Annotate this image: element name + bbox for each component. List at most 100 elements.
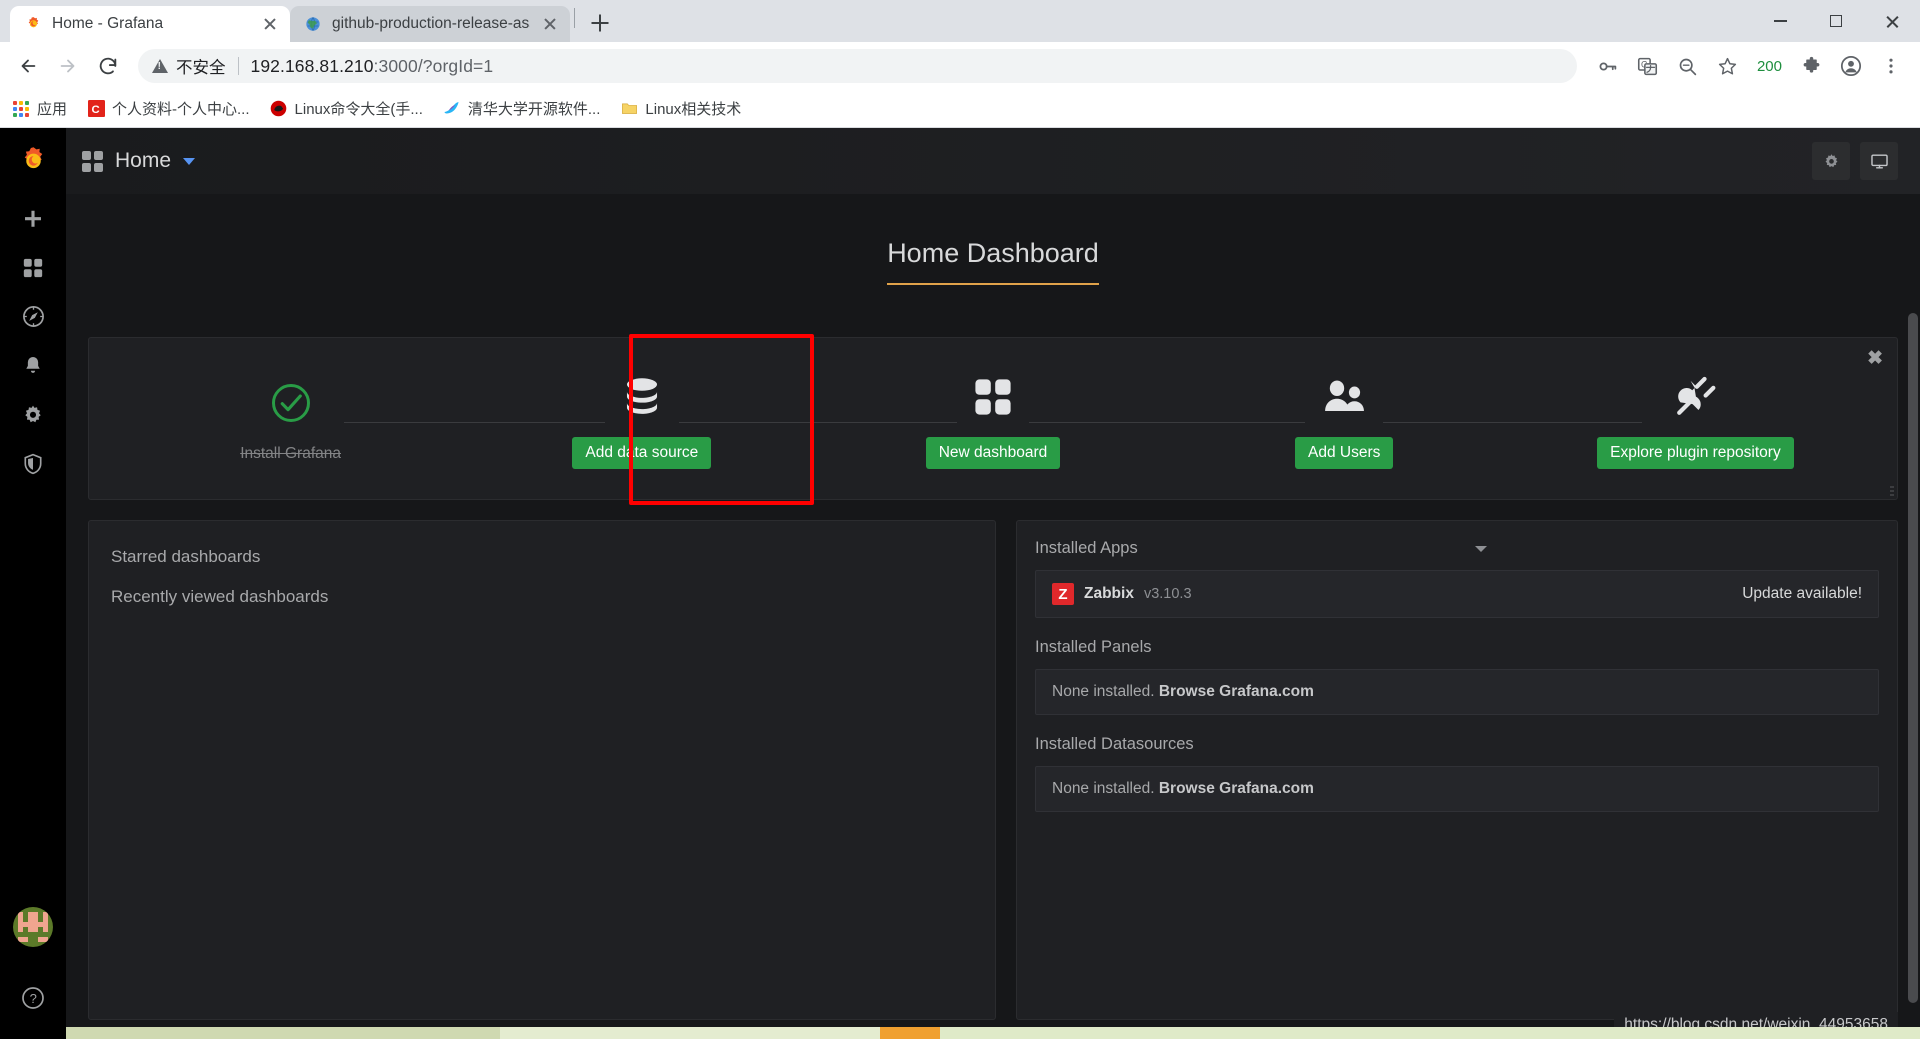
new-tab-button[interactable] bbox=[583, 6, 617, 40]
url-path: :3000/?orgId=1 bbox=[373, 55, 494, 76]
bookmark-tuna[interactable]: 清华大学开源软件... bbox=[443, 98, 601, 119]
three-dot-menu-icon[interactable] bbox=[1872, 47, 1910, 85]
dashboard-settings-button[interactable] bbox=[1812, 142, 1850, 180]
installed-plugins-panel: Installed Apps Z Zabbix v3.10.3 Update a… bbox=[1016, 520, 1898, 1020]
minimize-button[interactable] bbox=[1752, 0, 1808, 42]
compass-icon bbox=[22, 306, 44, 327]
explore-plugin-repository-button[interactable]: Explore plugin repository bbox=[1597, 436, 1794, 469]
getting-started-steps: Install Grafana Add data source New dash… bbox=[89, 338, 1897, 499]
sidebar-item-server-admin[interactable] bbox=[0, 439, 66, 488]
bookmark-star-icon[interactable] bbox=[1709, 47, 1747, 85]
browse-grafana-link[interactable]: Browse Grafana.com bbox=[1159, 780, 1314, 797]
sidebar-item-explore[interactable] bbox=[0, 292, 66, 341]
topnav-actions bbox=[1812, 142, 1898, 180]
sidebar-item-alerting[interactable] bbox=[0, 341, 66, 390]
bookmark-label: 清华大学开源软件... bbox=[467, 101, 601, 118]
dashboards-grid-icon bbox=[23, 258, 43, 277]
sidebar-item-dashboards[interactable] bbox=[0, 243, 66, 292]
check-circle-icon bbox=[257, 374, 324, 431]
dashboard-scroll-area[interactable]: Home Dashboard ✖ Install Grafana Add dat… bbox=[66, 194, 1920, 1039]
sidebar-item-configuration[interactable] bbox=[0, 390, 66, 439]
tv-mode-button[interactable] bbox=[1860, 142, 1898, 180]
step-add-data-source: Add data source bbox=[466, 338, 817, 499]
plus-icon bbox=[25, 210, 41, 227]
svg-text:C: C bbox=[91, 104, 99, 116]
bookmark-linux-folder[interactable]: Linux相关技术 bbox=[620, 98, 741, 119]
close-icon[interactable] bbox=[540, 14, 560, 34]
grafana-logo-icon[interactable] bbox=[0, 128, 66, 194]
add-data-source-button[interactable]: Add data source bbox=[572, 436, 712, 469]
dashboard-panels-row: Starred dashboards Recently viewed dashb… bbox=[88, 520, 1898, 1020]
browser-tab-github[interactable]: github-production-release-ass bbox=[290, 6, 570, 42]
zoom-out-icon[interactable] bbox=[1669, 47, 1707, 85]
reload-icon bbox=[99, 57, 117, 75]
dashboard-lists-panel: Starred dashboards Recently viewed dashb… bbox=[88, 520, 996, 1020]
scrollbar-thumb[interactable] bbox=[1908, 313, 1918, 1003]
dashboard-title-wrap: Home Dashboard bbox=[66, 194, 1920, 311]
forward-button[interactable] bbox=[50, 48, 86, 84]
bookmark-label: 个人资料-个人中心... bbox=[112, 101, 250, 118]
update-status-badge[interactable]: Update available! bbox=[1742, 585, 1862, 603]
address-bar[interactable]: 不安全 192.168.81.210:3000/?orgId=1 bbox=[138, 49, 1577, 83]
section-title: Installed Datasources bbox=[1035, 735, 1194, 753]
extensions-puzzle-icon[interactable] bbox=[1792, 47, 1830, 85]
gear-icon bbox=[25, 405, 41, 422]
users-icon bbox=[1305, 368, 1384, 425]
not-secure-warning-icon bbox=[152, 59, 168, 73]
page-title: Home bbox=[115, 149, 172, 172]
page-scrollbar[interactable] bbox=[1908, 128, 1918, 1039]
plugin-name: Zabbix bbox=[1084, 585, 1134, 602]
browser-toolbar: 不安全 192.168.81.210:3000/?orgId=1 G bbox=[0, 42, 1920, 90]
bookmark-label: Linux相关技术 bbox=[645, 101, 742, 118]
browser-tab-grafana[interactable]: Home - Grafana bbox=[10, 6, 290, 42]
installed-datasources-heading: Installed Datasources bbox=[1035, 735, 1879, 754]
bookmark-linux-commands[interactable]: Linux命令大全(手... bbox=[270, 98, 423, 119]
step-install-grafana: Install Grafana bbox=[115, 338, 466, 499]
installed-app-row[interactable]: Z Zabbix v3.10.3 Update available! bbox=[1035, 570, 1879, 618]
plugin-version: v3.10.3 bbox=[1143, 586, 1192, 602]
step-label: Install Grafana bbox=[240, 444, 341, 462]
installed-apps-heading: Installed Apps bbox=[1035, 539, 1879, 558]
bookmark-csdn[interactable]: C 个人资料-个人中心... bbox=[87, 98, 250, 119]
plugin-plug-icon bbox=[1656, 368, 1735, 425]
breadcrumb[interactable]: Home bbox=[82, 149, 196, 173]
sidebar-item-create[interactable] bbox=[0, 194, 66, 243]
panel-resize-handle[interactable] bbox=[1884, 486, 1894, 496]
toolbar-right: G 200 bbox=[1589, 47, 1910, 85]
starred-dashboards-row[interactable]: Starred dashboards bbox=[111, 541, 973, 581]
browse-grafana-link[interactable]: Browse Grafana.com bbox=[1159, 683, 1314, 700]
back-button[interactable] bbox=[10, 48, 46, 84]
profile-avatar-icon[interactable] bbox=[1832, 47, 1870, 85]
dashboard-topnav: Home bbox=[66, 128, 1920, 194]
chevron-down-icon[interactable] bbox=[1475, 545, 1487, 552]
tab-title: Home - Grafana bbox=[52, 15, 164, 32]
chevron-down-icon[interactable] bbox=[183, 157, 196, 165]
zoom-level-indicator[interactable]: 200 bbox=[1749, 58, 1790, 75]
browser-window: Home - Grafana github-production-release… bbox=[0, 0, 1920, 1039]
grafana-content: Home Home Dashboard ✖ Install Grafana Ad… bbox=[66, 128, 1920, 1039]
new-dashboard-button[interactable]: New dashboard bbox=[925, 436, 1061, 469]
tab-divider bbox=[574, 8, 575, 28]
reload-button[interactable] bbox=[90, 48, 126, 84]
user-avatar-icon[interactable] bbox=[13, 907, 53, 947]
add-users-button[interactable]: Add Users bbox=[1295, 436, 1394, 469]
close-icon[interactable] bbox=[260, 14, 280, 34]
key-icon[interactable] bbox=[1589, 47, 1627, 85]
bookmark-apps[interactable]: 应用 bbox=[12, 98, 67, 119]
redhat-icon bbox=[270, 100, 288, 118]
close-window-button[interactable] bbox=[1864, 0, 1920, 42]
back-arrow-icon bbox=[21, 59, 36, 73]
sidebar-item-help[interactable]: ? bbox=[0, 973, 66, 1023]
grafana-sidebar: ? bbox=[0, 128, 66, 1039]
tab-title: github-production-release-ass bbox=[332, 15, 530, 32]
recently-viewed-dashboards-row[interactable]: Recently viewed dashboards bbox=[111, 581, 973, 621]
step-explore-plugins: Explore plugin repository bbox=[1520, 338, 1871, 499]
section-title: Installed Panels bbox=[1035, 638, 1152, 656]
tuna-bird-icon bbox=[443, 100, 461, 118]
folder-icon bbox=[620, 100, 638, 118]
dashboard-title: Home Dashboard bbox=[887, 238, 1099, 285]
maximize-button[interactable] bbox=[1808, 0, 1864, 42]
dashboards-grid-icon bbox=[82, 150, 103, 172]
step-new-dashboard: New dashboard bbox=[817, 338, 1168, 499]
translate-icon[interactable]: G bbox=[1629, 47, 1667, 85]
